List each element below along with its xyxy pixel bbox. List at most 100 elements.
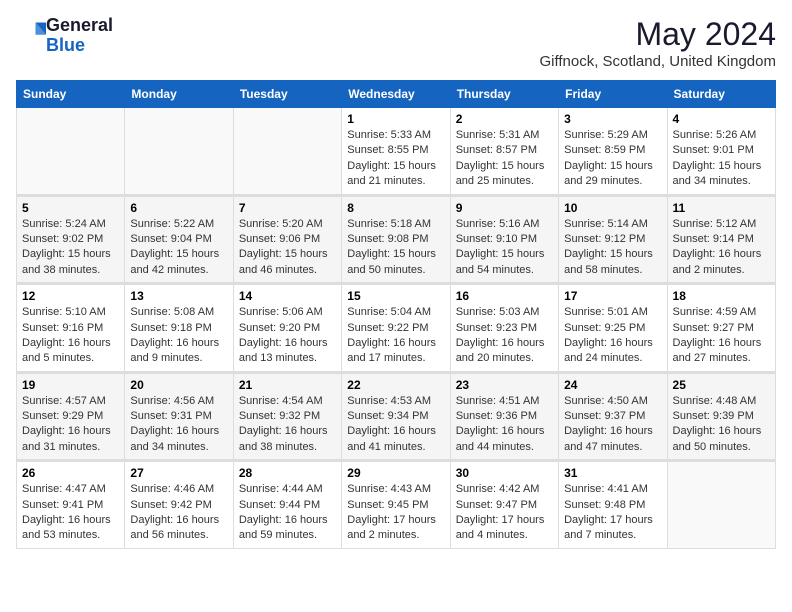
day-info: Sunrise: 4:41 AM Sunset: 9:48 PM Dayligh… xyxy=(564,482,661,544)
calendar-cell: 21 Sunrise: 4:54 AM Sunset: 9:32 PM Dayli… xyxy=(233,372,341,461)
day-number: 2 xyxy=(456,112,553,126)
day-number: 20 xyxy=(130,378,227,392)
location-subtitle: Giffnock, Scotland, United Kingdom xyxy=(539,53,776,70)
main-title: May 2024 xyxy=(539,16,776,53)
day-number: 29 xyxy=(347,466,444,480)
calendar-cell: 25 Sunrise: 4:48 AM Sunset: 9:39 PM Dayli… xyxy=(667,372,775,461)
calendar-cell: 6Sunrise: 5:22 AM Sunset: 9:04 PM Daylig… xyxy=(125,195,233,284)
day-info: Sunrise: 4:59 AM Sunset: 9:27 PM Dayligh… xyxy=(673,305,770,367)
calendar-week-row: 19 Sunrise: 4:57 AM Sunset: 9:29 PM Dayli… xyxy=(17,372,776,461)
day-number: 28 xyxy=(239,466,336,480)
logo-blue: Blue xyxy=(46,35,85,55)
day-number: 19 xyxy=(22,378,119,392)
calendar-cell xyxy=(17,108,125,196)
day-number: 6 xyxy=(130,201,227,215)
title-block: May 2024 Giffnock, Scotland, United King… xyxy=(539,16,776,70)
day-info: Sunrise: 4:44 AM Sunset: 9:44 PM Dayligh… xyxy=(239,482,336,544)
calendar-cell: 31 Sunrise: 4:41 AM Sunset: 9:48 PM Dayli… xyxy=(559,461,667,549)
logo-icon xyxy=(18,19,46,47)
page-header: General Blue May 2024 Giffnock, Scotland… xyxy=(16,16,776,70)
calendar-cell: 24 Sunrise: 4:50 AM Sunset: 9:37 PM Dayli… xyxy=(559,372,667,461)
day-number: 30 xyxy=(456,466,553,480)
day-info: Sunrise: 5:03 AM Sunset: 9:23 PM Dayligh… xyxy=(456,305,553,367)
column-header-wednesday: Wednesday xyxy=(342,81,450,108)
day-number: 31 xyxy=(564,466,661,480)
day-info: Sunrise: 4:54 AM Sunset: 9:32 PM Dayligh… xyxy=(239,394,336,456)
day-info: Sunrise: 4:57 AM Sunset: 9:29 PM Dayligh… xyxy=(22,394,119,456)
calendar-cell: 18 Sunrise: 4:59 AM Sunset: 9:27 PM Dayli… xyxy=(667,284,775,373)
logo-general: General xyxy=(46,15,113,35)
day-number: 4 xyxy=(673,112,770,126)
calendar-cell: 22 Sunrise: 4:53 AM Sunset: 9:34 PM Dayli… xyxy=(342,372,450,461)
column-header-friday: Friday xyxy=(559,81,667,108)
day-info: Sunrise: 4:42 AM Sunset: 9:47 PM Dayligh… xyxy=(456,482,553,544)
calendar-cell: 5 Sunrise: 5:24 AM Sunset: 9:02 PM Daylig… xyxy=(17,195,125,284)
day-info: Sunrise: 5:04 AM Sunset: 9:22 PM Dayligh… xyxy=(347,305,444,367)
calendar-header-row: SundayMondayTuesdayWednesdayThursdayFrid… xyxy=(17,81,776,108)
day-info: Sunrise: 5:33 AM Sunset: 8:55 PM Dayligh… xyxy=(347,128,444,190)
day-number: 25 xyxy=(673,378,770,392)
day-info: Sunrise: 5:08 AM Sunset: 9:18 PM Dayligh… xyxy=(130,305,227,367)
day-info: Sunrise: 5:10 AM Sunset: 9:16 PM Dayligh… xyxy=(22,305,119,367)
day-number: 17 xyxy=(564,289,661,303)
day-info: Sunrise: 4:56 AM Sunset: 9:31 PM Dayligh… xyxy=(130,394,227,456)
day-number: 22 xyxy=(347,378,444,392)
day-info: Sunrise: 4:43 AM Sunset: 9:45 PM Dayligh… xyxy=(347,482,444,544)
calendar-week-row: 1Sunrise: 5:33 AM Sunset: 8:55 PM Daylig… xyxy=(17,108,776,196)
day-number: 7 xyxy=(239,201,336,215)
calendar-cell: 11 Sunrise: 5:12 AM Sunset: 9:14 PM Dayli… xyxy=(667,195,775,284)
day-info: Sunrise: 5:29 AM Sunset: 8:59 PM Dayligh… xyxy=(564,128,661,190)
calendar-cell: 8Sunrise: 5:18 AM Sunset: 9:08 PM Daylig… xyxy=(342,195,450,284)
calendar-week-row: 26Sunrise: 4:47 AM Sunset: 9:41 PM Dayli… xyxy=(17,461,776,549)
calendar-cell: 13 Sunrise: 5:08 AM Sunset: 9:18 PM Dayli… xyxy=(125,284,233,373)
day-number: 5 xyxy=(22,201,119,215)
day-number: 14 xyxy=(239,289,336,303)
column-header-thursday: Thursday xyxy=(450,81,558,108)
day-number: 9 xyxy=(456,201,553,215)
calendar-cell: 12Sunrise: 5:10 AM Sunset: 9:16 PM Dayli… xyxy=(17,284,125,373)
calendar-cell: 20 Sunrise: 4:56 AM Sunset: 9:31 PM Dayli… xyxy=(125,372,233,461)
calendar-cell: 29 Sunrise: 4:43 AM Sunset: 9:45 PM Dayli… xyxy=(342,461,450,549)
day-number: 21 xyxy=(239,378,336,392)
day-number: 18 xyxy=(673,289,770,303)
day-number: 24 xyxy=(564,378,661,392)
calendar-cell: 17Sunrise: 5:01 AM Sunset: 9:25 PM Dayli… xyxy=(559,284,667,373)
calendar-cell: 19 Sunrise: 4:57 AM Sunset: 9:29 PM Dayli… xyxy=(17,372,125,461)
calendar-cell xyxy=(125,108,233,196)
day-info: Sunrise: 4:46 AM Sunset: 9:42 PM Dayligh… xyxy=(130,482,227,544)
day-number: 26 xyxy=(22,466,119,480)
calendar-table: SundayMondayTuesdayWednesdayThursdayFrid… xyxy=(16,80,776,549)
day-info: Sunrise: 5:16 AM Sunset: 9:10 PM Dayligh… xyxy=(456,217,553,279)
day-number: 11 xyxy=(673,201,770,215)
column-header-sunday: Sunday xyxy=(17,81,125,108)
calendar-cell: 26Sunrise: 4:47 AM Sunset: 9:41 PM Dayli… xyxy=(17,461,125,549)
calendar-cell: 7Sunrise: 5:20 AM Sunset: 9:06 PM Daylig… xyxy=(233,195,341,284)
calendar-cell: 27 Sunrise: 4:46 AM Sunset: 9:42 PM Dayli… xyxy=(125,461,233,549)
day-info: Sunrise: 5:18 AM Sunset: 9:08 PM Dayligh… xyxy=(347,217,444,279)
day-info: Sunrise: 5:12 AM Sunset: 9:14 PM Dayligh… xyxy=(673,217,770,279)
calendar-cell: 16 Sunrise: 5:03 AM Sunset: 9:23 PM Dayli… xyxy=(450,284,558,373)
calendar-week-row: 12Sunrise: 5:10 AM Sunset: 9:16 PM Dayli… xyxy=(17,284,776,373)
day-info: Sunrise: 5:24 AM Sunset: 9:02 PM Dayligh… xyxy=(22,217,119,279)
day-info: Sunrise: 4:48 AM Sunset: 9:39 PM Dayligh… xyxy=(673,394,770,456)
calendar-cell: 9 Sunrise: 5:16 AM Sunset: 9:10 PM Daylig… xyxy=(450,195,558,284)
day-number: 16 xyxy=(456,289,553,303)
day-number: 13 xyxy=(130,289,227,303)
day-info: Sunrise: 4:50 AM Sunset: 9:37 PM Dayligh… xyxy=(564,394,661,456)
column-header-tuesday: Tuesday xyxy=(233,81,341,108)
day-number: 3 xyxy=(564,112,661,126)
calendar-cell: 23 Sunrise: 4:51 AM Sunset: 9:36 PM Dayli… xyxy=(450,372,558,461)
day-info: Sunrise: 5:26 AM Sunset: 9:01 PM Dayligh… xyxy=(673,128,770,190)
calendar-cell: 10Sunrise: 5:14 AM Sunset: 9:12 PM Dayli… xyxy=(559,195,667,284)
calendar-cell: 15Sunrise: 5:04 AM Sunset: 9:22 PM Dayli… xyxy=(342,284,450,373)
column-header-saturday: Saturday xyxy=(667,81,775,108)
day-info: Sunrise: 5:31 AM Sunset: 8:57 PM Dayligh… xyxy=(456,128,553,190)
day-info: Sunrise: 4:51 AM Sunset: 9:36 PM Dayligh… xyxy=(456,394,553,456)
day-number: 27 xyxy=(130,466,227,480)
day-number: 23 xyxy=(456,378,553,392)
day-info: Sunrise: 4:53 AM Sunset: 9:34 PM Dayligh… xyxy=(347,394,444,456)
calendar-cell: 3 Sunrise: 5:29 AM Sunset: 8:59 PM Daylig… xyxy=(559,108,667,196)
column-header-monday: Monday xyxy=(125,81,233,108)
calendar-cell: 14Sunrise: 5:06 AM Sunset: 9:20 PM Dayli… xyxy=(233,284,341,373)
calendar-cell xyxy=(667,461,775,549)
